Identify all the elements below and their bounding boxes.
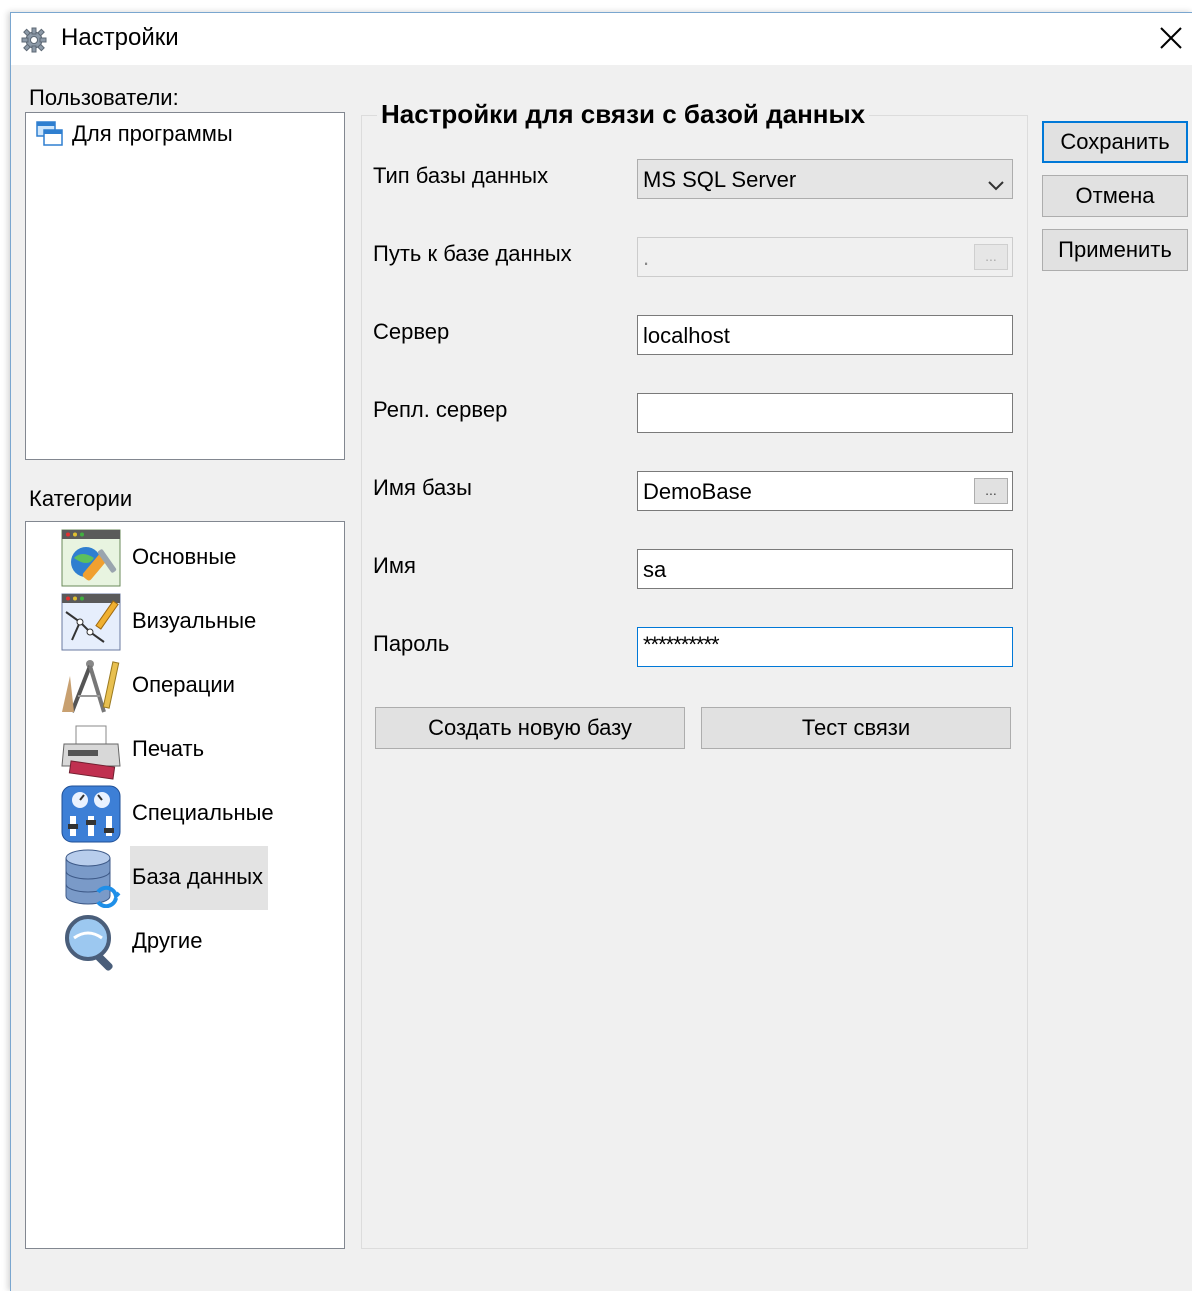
- password-value: **********: [643, 632, 720, 657]
- category-label: Другие: [132, 928, 203, 953]
- categories-label: Категории: [29, 486, 133, 511]
- user-label: Имя: [373, 553, 416, 578]
- db-name-label: Имя базы: [373, 475, 472, 500]
- password-label: Пароль: [373, 631, 450, 656]
- category-item-main[interactable]: Основные: [60, 526, 320, 590]
- db-name-value: DemoBase: [643, 479, 752, 504]
- gauges-icon: [60, 784, 122, 844]
- users-item-label: Для программы: [72, 121, 233, 146]
- server-label: Сервер: [373, 319, 450, 344]
- db-path-field: . ...: [637, 237, 1013, 277]
- category-label: Основные: [132, 544, 237, 569]
- repl-server-field[interactable]: [637, 393, 1013, 433]
- category-item-special[interactable]: Специальные: [60, 782, 320, 846]
- chevron-down-icon: [988, 172, 1004, 198]
- db-type-label: Тип базы данных: [373, 163, 549, 188]
- category-label: Специальные: [132, 800, 274, 825]
- users-label: Пользователи:: [29, 85, 179, 110]
- db-path-value: .: [643, 245, 650, 270]
- db-path-browse-button: ...: [974, 244, 1008, 270]
- create-db-button[interactable]: Создать новую базу: [375, 707, 685, 749]
- title-bar: Настройки: [11, 13, 1192, 65]
- category-item-print[interactable]: Печать: [60, 718, 320, 782]
- category-item-database[interactable]: База данных: [60, 846, 320, 910]
- db-type-value: MS SQL Server: [643, 167, 797, 192]
- category-label: База данных: [132, 864, 264, 889]
- magnifier-icon: [60, 912, 122, 972]
- user-field[interactable]: sa: [637, 549, 1013, 589]
- apply-button[interactable]: Применить: [1042, 229, 1188, 271]
- compass-icon: [60, 656, 122, 716]
- server-field[interactable]: localhost: [637, 315, 1013, 355]
- category-label: Операции: [132, 672, 235, 697]
- settings-window: Настройки Пользователи: Для программы Ка…: [10, 12, 1192, 1291]
- server-value: localhost: [643, 323, 730, 348]
- users-list[interactable]: Для программы: [25, 112, 345, 460]
- test-connection-button[interactable]: Тест связи: [701, 707, 1011, 749]
- cancel-button[interactable]: Отмена: [1042, 175, 1188, 217]
- categories-list[interactable]: Основные Визуальные Операции Печать Спец…: [25, 521, 345, 1249]
- settings-tools-icon: [60, 528, 122, 588]
- password-field[interactable]: **********: [637, 627, 1013, 667]
- chart-pencil-icon: [60, 592, 122, 652]
- db-name-field[interactable]: DemoBase ...: [637, 471, 1013, 511]
- database-icon: [60, 848, 122, 909]
- category-item-operations[interactable]: Операции: [60, 654, 320, 718]
- windows-icon: [36, 121, 64, 147]
- db-settings-group: [361, 115, 1028, 1249]
- category-label: Печать: [132, 736, 205, 761]
- save-button[interactable]: Сохранить: [1042, 121, 1188, 163]
- db-name-browse-button[interactable]: ...: [974, 478, 1008, 504]
- db-type-select[interactable]: MS SQL Server: [637, 159, 1013, 199]
- category-item-other[interactable]: Другие: [60, 910, 320, 974]
- user-value: sa: [643, 557, 667, 582]
- close-icon: [1160, 27, 1182, 49]
- window-title: Настройки: [61, 24, 179, 51]
- category-item-visual[interactable]: Визуальные: [60, 590, 320, 654]
- category-label: Визуальные: [132, 608, 257, 633]
- printer-icon: [60, 720, 122, 780]
- db-path-label: Путь к базе данных: [373, 241, 572, 266]
- gear-icon: [21, 27, 47, 53]
- repl-server-label: Репл. сервер: [373, 397, 508, 422]
- db-settings-title: Настройки для связи с базой данных: [377, 99, 870, 130]
- close-button[interactable]: [1147, 13, 1192, 63]
